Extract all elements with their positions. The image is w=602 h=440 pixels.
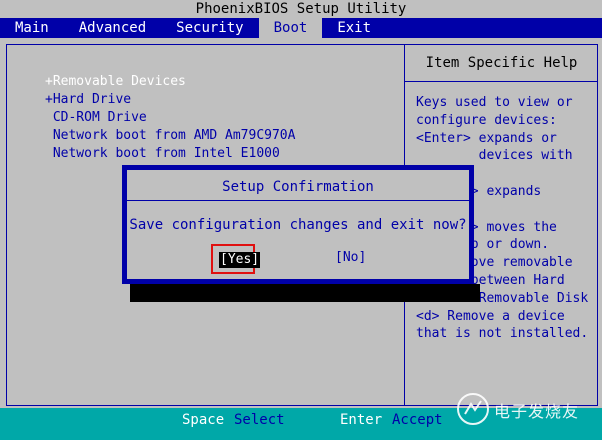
watermark-logo: 电子发烧友 — [456, 388, 596, 428]
boot-item-hard-drive[interactable]: +Hard Drive — [45, 91, 295, 109]
watermark-text: 电子发烧友 — [494, 402, 580, 421]
boot-item-network-intel[interactable]: Network boot from Intel E1000 — [45, 145, 295, 163]
boot-order-list: +Removable Devices +Hard Drive CD-ROM Dr… — [45, 73, 295, 163]
footer-desc-select: Select — [234, 412, 285, 428]
dialog-shadow — [130, 284, 480, 302]
setup-confirmation-dialog: Setup Confirmation Save configuration ch… — [122, 165, 474, 284]
yes-button-highlight: [Yes] — [211, 244, 261, 274]
menu-advanced[interactable]: Advanced — [64, 18, 161, 38]
footer-key-enter: Enter — [340, 412, 383, 428]
dialog-message: Save configuration changes and exit now? — [129, 217, 467, 233]
footer-desc-accept: Accept — [392, 412, 443, 428]
app-title: PhoenixBIOS Setup Utility — [0, 0, 602, 18]
boot-item-removable-devices[interactable]: +Removable Devices — [45, 73, 295, 91]
boot-item-network-amd[interactable]: Network boot from AMD Am79C970A — [45, 127, 296, 145]
menu-boot[interactable]: Boot — [258, 18, 323, 38]
footer-key-space: Space — [182, 412, 225, 428]
menu-main[interactable]: Main — [0, 18, 64, 38]
menu-bar: Main Advanced Security Boot Exit — [0, 18, 602, 38]
menu-security[interactable]: Security — [161, 18, 258, 38]
menu-exit[interactable]: Exit — [322, 18, 386, 38]
yes-button[interactable]: [Yes] — [219, 252, 261, 268]
help-title: Item Specific Help — [405, 45, 598, 82]
dialog-body: Setup Confirmation Save configuration ch… — [126, 169, 470, 280]
boot-item-cdrom-drive[interactable]: CD-ROM Drive — [45, 109, 295, 127]
dialog-title: Setup Confirmation — [127, 170, 469, 201]
watermark-icon — [457, 393, 489, 425]
no-button[interactable]: [No] — [335, 250, 366, 265]
